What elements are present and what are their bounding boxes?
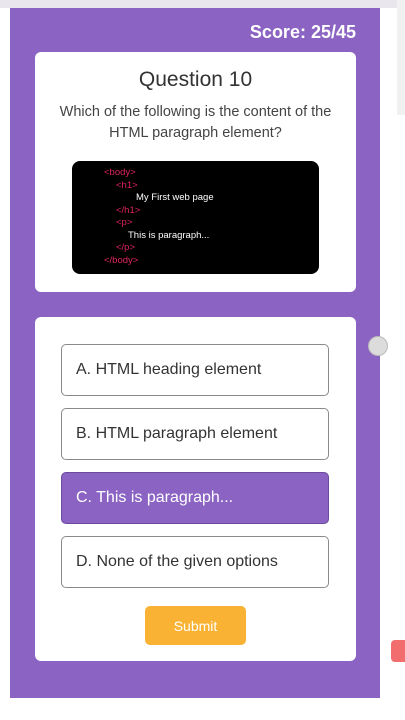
- right-edge-panel: [397, 0, 405, 115]
- quiz-panel: Score: 25/45 Question 10 Which of the fo…: [10, 8, 380, 698]
- code-line: <h1>: [116, 179, 138, 191]
- option-c[interactable]: C. This is paragraph...: [61, 472, 329, 524]
- code-line: </p>: [116, 242, 136, 253]
- option-a[interactable]: A. HTML heading element: [61, 344, 329, 396]
- option-b[interactable]: B. HTML paragraph element: [61, 408, 329, 460]
- question-title: Question 10: [138, 68, 253, 91]
- submit-button[interactable]: Submit: [145, 606, 246, 645]
- code-line: </body>: [104, 254, 139, 266]
- option-d[interactable]: D. None of the given options: [61, 536, 329, 588]
- status-strip: [0, 0, 405, 8]
- question-card: Question 10 Which of the following is th…: [35, 52, 356, 292]
- score-label: Score: 25/45: [249, 22, 356, 42]
- question-text: Which of the following is the content of…: [59, 104, 332, 141]
- answers-card: A. HTML heading element B. HTML paragrap…: [35, 317, 356, 661]
- scroll-handle[interactable]: [368, 336, 388, 356]
- code-line: <body>: [104, 167, 136, 178]
- code-line: This is paragraph...: [128, 229, 210, 241]
- code-line: My First web page: [136, 192, 214, 203]
- side-tab-icon[interactable]: [391, 640, 405, 662]
- code-snippet: <body> <h1> My First web page </h1> <p> …: [72, 161, 319, 274]
- code-line: </h1>: [116, 204, 141, 216]
- code-line: <p>: [116, 217, 133, 228]
